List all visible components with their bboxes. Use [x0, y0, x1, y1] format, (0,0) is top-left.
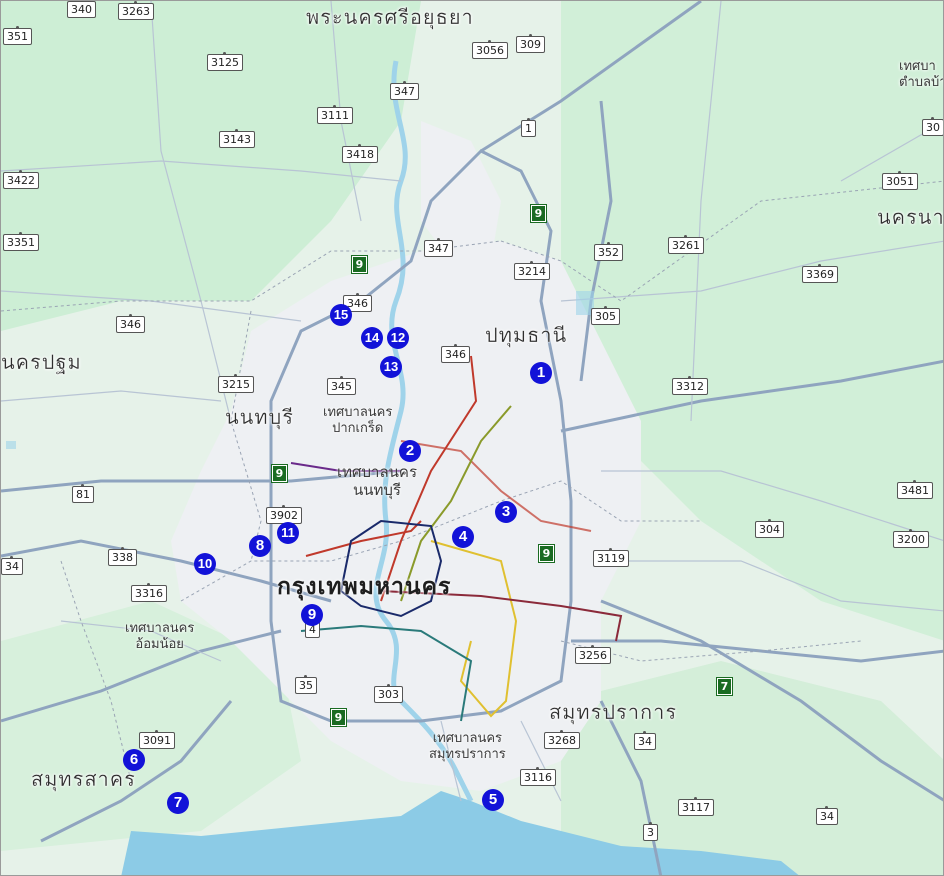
motorway-shield: 9 — [538, 544, 555, 563]
route-shield: 1 — [521, 118, 536, 137]
route-shield: 3256 — [575, 645, 611, 664]
motorway-shield: 9 — [351, 255, 368, 274]
route-shield: 3268 — [544, 730, 580, 749]
map-marker-11[interactable]: 11 — [277, 522, 299, 544]
map-marker-14[interactable]: 14 — [361, 327, 383, 349]
route-shield: 3261 — [668, 235, 704, 254]
motorway-shield: 9 — [530, 204, 547, 223]
motorway-shield: 7 — [716, 677, 733, 696]
route-shield: 3418 — [342, 144, 378, 163]
route-shield: 338 — [108, 547, 137, 566]
label-pathum-thani: ปทุมธานี — [485, 323, 568, 347]
route-shield: 3091 — [139, 730, 175, 749]
route-shield: 3111 — [317, 105, 353, 124]
route-shield: 347 — [424, 238, 453, 257]
map-marker-12[interactable]: 12 — [387, 327, 409, 349]
route-shield: 3312 — [672, 376, 708, 395]
label-ayutthaya: พระนครศรีอยุธยา — [306, 5, 474, 29]
route-shield: 3125 — [207, 52, 243, 71]
map-marker-13[interactable]: 13 — [380, 356, 402, 378]
map-marker-4[interactable]: 4 — [452, 526, 474, 548]
route-shield: 35 — [295, 675, 317, 694]
route-shield: 3200 — [893, 529, 929, 548]
route-shield: 3117 — [678, 797, 714, 816]
route-shield: 347 — [390, 81, 419, 100]
route-shield: 3056 — [472, 40, 508, 59]
map-marker-15[interactable]: 15 — [330, 304, 352, 326]
route-shield: 345 — [327, 376, 356, 395]
route-shield: 3351 — [3, 232, 39, 251]
label-bangkok: กรุงเทพมหานคร — [277, 574, 452, 600]
route-shield: 346 — [441, 344, 470, 363]
route-shield: 3 — [643, 822, 658, 841]
map-marker-3[interactable]: 3 — [495, 501, 517, 523]
route-shield: 303 — [374, 684, 403, 703]
map-marker-9[interactable]: 9 — [301, 604, 323, 626]
label-samut-sakhon: สมุทรสาคร — [31, 767, 136, 791]
motorway-shield: 9 — [330, 708, 347, 727]
route-shield: 3116 — [520, 767, 556, 786]
route-shield: 3263 — [118, 1, 154, 20]
route-shield: 346 — [116, 314, 145, 333]
route-shield: 352 — [594, 242, 623, 261]
map-canvas[interactable]: พระนครศรีอยุธยา ปทุมธานี นนทบุรี นครปฐม … — [0, 0, 944, 876]
route-shield: 304 — [755, 519, 784, 538]
label-om-noi-city: เทศบาลนคร อ้อมน้อย — [125, 621, 195, 652]
label-nonthaburi: นนทบุรี — [225, 405, 294, 429]
map-marker-7[interactable]: 7 — [167, 792, 189, 814]
label-nonthaburi-city: เทศบาลนคร นนทบุรี — [337, 463, 418, 499]
map-marker-8[interactable]: 8 — [249, 535, 271, 557]
route-shield: 340 — [67, 1, 96, 18]
map-marker-2[interactable]: 2 — [399, 440, 421, 462]
route-shield: 3369 — [802, 264, 838, 283]
route-shield: 309 — [516, 34, 545, 53]
route-shield: 3422 — [3, 170, 39, 189]
map-marker-5[interactable]: 5 — [482, 789, 504, 811]
label-samut-prakan-city: เทศบาลนคร สมุทรปราการ — [429, 731, 506, 762]
route-shield: 81 — [72, 484, 94, 503]
map-marker-1[interactable]: 1 — [530, 362, 552, 384]
route-shield: 34 — [634, 731, 656, 750]
route-shield: 30 — [922, 117, 943, 136]
route-shield: 3051 — [882, 171, 918, 190]
label-tambon-partial: เทศบา ตำบลบ้า — [899, 59, 944, 90]
label-samut-prakan: สมุทรปราการ — [549, 700, 678, 724]
map-marker-10[interactable]: 10 — [194, 553, 216, 575]
route-shield: 3214 — [514, 261, 550, 280]
route-shield: 305 — [591, 306, 620, 325]
route-shield: 3119 — [593, 548, 629, 567]
route-shield: 34 — [1, 556, 23, 575]
route-shield: 3143 — [219, 129, 255, 148]
route-shield: 351 — [3, 26, 32, 45]
map-marker-6[interactable]: 6 — [123, 749, 145, 771]
label-nakhon-nayok: นครนา — [877, 205, 944, 229]
route-shield: 3215 — [218, 374, 254, 393]
label-nakhon-pathom: นครปฐม — [1, 350, 82, 374]
route-shield: 34 — [816, 806, 838, 825]
route-shield: 3316 — [131, 583, 167, 602]
route-shield: 3481 — [897, 480, 933, 499]
label-pak-kret-city: เทศบาลนคร ปากเกร็ด — [323, 405, 393, 436]
motorway-shield: 9 — [271, 464, 288, 483]
